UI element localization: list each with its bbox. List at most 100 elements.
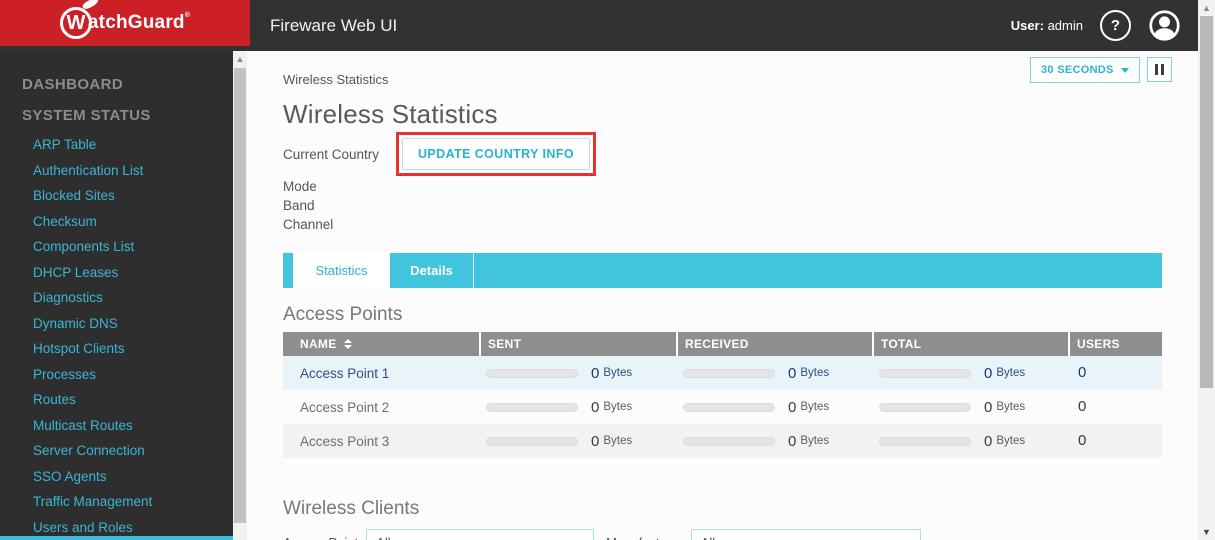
sidebar-scrollbar-thumb[interactable] bbox=[234, 68, 246, 523]
content-area: Wireless Statistics Wireless Statistics … bbox=[247, 51, 1198, 540]
sidebar-item-processes[interactable]: Processes bbox=[0, 362, 233, 388]
progress-bar bbox=[486, 436, 578, 446]
scroll-up-icon[interactable]: ▲ bbox=[233, 54, 247, 64]
sent-unit: Bytes bbox=[603, 401, 633, 413]
access-point-select-value: All bbox=[376, 535, 390, 540]
total-cell: 0 Bytes bbox=[872, 399, 1068, 416]
access-point-filter-label: Access Point bbox=[283, 535, 358, 540]
page: W atchGuard® Fireware Web UI User: admin… bbox=[0, 0, 1215, 540]
users-value: 0 bbox=[1078, 398, 1087, 415]
pause-button[interactable] bbox=[1146, 57, 1172, 82]
help-icon[interactable]: ? bbox=[1100, 10, 1131, 41]
received-cell: 0 Bytes bbox=[676, 365, 872, 382]
access-points-table: NAME SENT RECEIVED TOTAL USERS Access Po… bbox=[283, 332, 1162, 458]
manufacturer-select-value: All bbox=[701, 535, 715, 540]
received-unit: Bytes bbox=[800, 401, 830, 413]
user-name: admin bbox=[1047, 18, 1083, 33]
received-value: 0 bbox=[788, 432, 797, 450]
sidebar-item-authentication-list[interactable]: Authentication List bbox=[0, 158, 233, 184]
pause-icon bbox=[1154, 64, 1158, 75]
tab-details[interactable]: Details bbox=[390, 253, 474, 288]
sent-value: 0 bbox=[591, 432, 600, 450]
chevron-down-icon bbox=[577, 536, 588, 540]
sent-cell: 0 Bytes bbox=[479, 433, 676, 450]
mode-label: Mode bbox=[283, 179, 317, 194]
main-content: 30 SECONDS Wireless Statistics Wireless … bbox=[247, 51, 1198, 540]
column-header-sent: SENT bbox=[479, 332, 676, 356]
column-header-received: RECEIVED bbox=[676, 332, 872, 356]
sidebar-item-hotspot-clients[interactable]: Hotspot Clients bbox=[0, 336, 233, 362]
page-scrollbar[interactable]: ▲ ▼ bbox=[1198, 0, 1215, 540]
wireless-clients-filters: Access Point All Manufacturer All bbox=[283, 529, 1198, 540]
sidebar-section-system-status[interactable]: SYSTEM STATUS bbox=[0, 104, 233, 128]
total-value: 0 bbox=[984, 432, 993, 450]
access-points-heading: Access Points bbox=[283, 304, 403, 325]
table-header-row: NAME SENT RECEIVED TOTAL USERS bbox=[283, 332, 1162, 356]
received-cell: 0 Bytes bbox=[676, 399, 872, 416]
user-account-icon[interactable] bbox=[1148, 9, 1181, 42]
progress-bar bbox=[879, 436, 971, 446]
total-unit: Bytes bbox=[996, 435, 1026, 447]
sidebar-active-item-edge bbox=[0, 536, 233, 540]
received-value: 0 bbox=[788, 398, 797, 416]
sidebar-item-routes[interactable]: Routes bbox=[0, 387, 233, 413]
ap-name: Access Point 1 bbox=[300, 365, 390, 381]
sidebar-item-components-list[interactable]: Components List bbox=[0, 234, 233, 260]
logo-mark: W atchGuard® bbox=[59, 0, 190, 39]
sidebar-item-arp-table[interactable]: ARP Table bbox=[0, 132, 233, 158]
band-label: Band bbox=[283, 198, 315, 213]
manufacturer-select[interactable]: All bbox=[690, 529, 921, 540]
sent-value: 0 bbox=[591, 364, 600, 382]
sidebar-item-diagnostics[interactable]: Diagnostics bbox=[0, 285, 233, 311]
progress-bar bbox=[683, 402, 775, 412]
channel-label: Channel bbox=[283, 217, 334, 232]
tab-statistics[interactable]: Statistics bbox=[293, 253, 390, 288]
progress-bar bbox=[486, 402, 578, 412]
received-unit: Bytes bbox=[800, 435, 830, 447]
sent-unit: Bytes bbox=[603, 367, 633, 379]
pause-icon bbox=[1160, 64, 1164, 75]
users-cell: 0 bbox=[1068, 398, 1162, 416]
logo-flame-icon bbox=[81, 0, 100, 11]
progress-bar bbox=[683, 368, 775, 378]
current-country-row: Current Country UPDATE COUNTRY INFO bbox=[283, 132, 1198, 176]
sidebar-scrollbar[interactable]: ▲ bbox=[233, 51, 247, 540]
access-point-select[interactable]: All bbox=[366, 529, 595, 540]
wireless-info-fields: Mode Band Channel bbox=[283, 177, 1198, 234]
wireless-clients-heading: Wireless Clients bbox=[283, 498, 420, 519]
current-country-label: Current Country bbox=[283, 146, 380, 162]
scroll-down-icon[interactable]: ▼ bbox=[1198, 527, 1215, 537]
page-title: Wireless Statistics bbox=[283, 99, 498, 129]
received-cell: 0 Bytes bbox=[676, 433, 872, 450]
refresh-interval-dropdown[interactable]: 30 SECONDS bbox=[1030, 57, 1140, 83]
sent-unit: Bytes bbox=[603, 435, 633, 447]
total-value: 0 bbox=[984, 364, 993, 382]
sidebar-item-server-connection[interactable]: Server Connection bbox=[0, 438, 233, 464]
watchguard-logo[interactable]: W atchGuard® bbox=[0, 0, 250, 46]
sidebar-nav-list: ARP Table Authentication List Blocked Si… bbox=[0, 132, 233, 540]
user-label: User: bbox=[1010, 18, 1044, 33]
table-row[interactable]: Access Point 1 0 Bytes 0 Bytes 0 Bytes 0 bbox=[283, 356, 1162, 390]
sidebar-item-multicast-routes[interactable]: Multicast Routes bbox=[0, 413, 233, 439]
page-scrollbar-thumb[interactable] bbox=[1200, 16, 1213, 388]
table-row[interactable]: Access Point 3 0 Bytes 0 Bytes 0 Bytes 0 bbox=[283, 424, 1162, 458]
sidebar-item-traffic-management[interactable]: Traffic Management bbox=[0, 489, 233, 515]
sidebar-item-dhcp-leases[interactable]: DHCP Leases bbox=[0, 260, 233, 286]
sidebar: DASHBOARD SYSTEM STATUS ARP Table Authen… bbox=[0, 51, 233, 540]
tab-bar: Statistics Details bbox=[283, 253, 1162, 288]
chevron-down-icon bbox=[904, 536, 915, 540]
progress-bar bbox=[683, 436, 775, 446]
sent-cell: 0 Bytes bbox=[479, 365, 676, 382]
sidebar-item-dynamic-dns[interactable]: Dynamic DNS bbox=[0, 311, 233, 337]
column-header-total: TOTAL bbox=[872, 332, 1068, 356]
table-row[interactable]: Access Point 2 0 Bytes 0 Bytes 0 Bytes 0 bbox=[283, 390, 1162, 424]
scroll-up-icon[interactable]: ▲ bbox=[1198, 3, 1215, 13]
sidebar-item-blocked-sites[interactable]: Blocked Sites bbox=[0, 183, 233, 209]
column-header-name[interactable]: NAME bbox=[283, 332, 479, 356]
sidebar-item-dashboard[interactable]: DASHBOARD bbox=[0, 73, 233, 97]
progress-bar bbox=[879, 368, 971, 378]
total-unit: Bytes bbox=[996, 401, 1026, 413]
sidebar-item-sso-agents[interactable]: SSO Agents bbox=[0, 464, 233, 490]
update-country-info-button[interactable]: UPDATE COUNTRY INFO bbox=[402, 138, 590, 170]
sidebar-item-checksum[interactable]: Checksum bbox=[0, 209, 233, 235]
